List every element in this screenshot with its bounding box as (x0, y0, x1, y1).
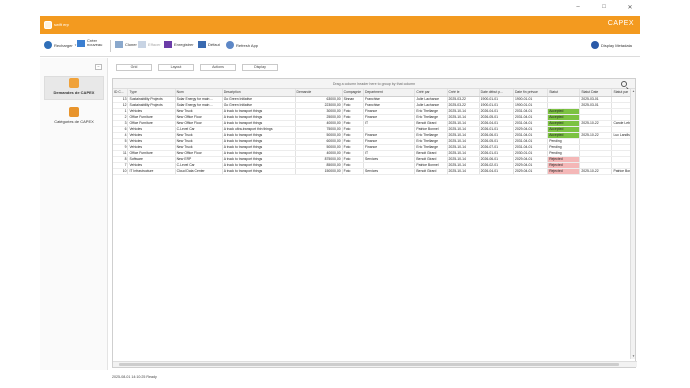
table-row[interactable]: 5 Vehicles New Truck A truck to transport t… (113, 138, 635, 145)
column-header[interactable]: Compagnie (342, 89, 365, 97)
sidebar-item-label: Demandes de CAPEX (53, 90, 95, 95)
column-header[interactable]: Date début p... (479, 89, 514, 97)
tab-actions[interactable]: Actions (200, 64, 236, 71)
clone-button[interactable]: Cloner (115, 41, 137, 48)
capex-request-icon (69, 78, 79, 88)
toolbar: Recharger ▾ Créer nouveau Cloner Effacer… (40, 35, 640, 57)
table-cell: Services (363, 168, 416, 175)
table-cell: 150000,00 (295, 168, 343, 175)
column-header[interactable]: Demande (295, 89, 343, 97)
table-cell: Foto (342, 168, 365, 175)
default-icon (198, 41, 206, 48)
column-header[interactable]: Description (222, 89, 296, 97)
default-label: Défaut (208, 42, 220, 47)
table-cell: IT Infrastructure (127, 168, 176, 175)
capex-table: ID C... Type Nom Description Demande Compagni… (113, 89, 635, 175)
scroll-down-icon[interactable]: ▼ (631, 354, 636, 359)
refresh-button[interactable]: Recharger ▾ (44, 41, 76, 49)
sidebar: − Demandes de CAPEX Catégories de CAPEX (40, 58, 108, 370)
chevron-down-icon[interactable]: ▾ (75, 43, 77, 47)
table-cell: Cloud Data Center (175, 168, 223, 175)
column-header[interactable]: Créé par (414, 89, 448, 97)
tab-grid[interactable]: Grid (116, 64, 152, 71)
sidebar-item-capex-requests[interactable]: Demandes de CAPEX (44, 76, 104, 100)
column-header[interactable]: Type (127, 89, 176, 97)
refresh-app-button[interactable]: Refresh App (226, 41, 258, 49)
module-title: CAPEX (607, 20, 634, 27)
view-tabs: Grid Layout Actions Display (116, 64, 278, 71)
display-metadata-button[interactable]: Display Metadata (591, 41, 632, 49)
create-label-line2: nouveau (87, 42, 103, 47)
brand-logo-icon (44, 21, 52, 29)
create-new-icon (77, 39, 85, 47)
metadata-label: Display Metadata (601, 42, 632, 48)
table-body: 13 Sustainability Projects Solar Energy fo… (113, 96, 635, 175)
sidebar-item-capex-categories[interactable]: Catégories de CAPEX (44, 106, 104, 130)
vertical-scrollbar[interactable]: ▲ ▼ (630, 89, 635, 359)
table-row[interactable]: 8 Software New ERP A truck to transport thi… (113, 156, 635, 163)
window-titlebar: – □ ✕ (40, 0, 640, 16)
brand-name: swift erp (54, 22, 69, 27)
info-icon (591, 41, 599, 49)
table-row[interactable]: 2 Office Furniture New Office Floor A truck… (113, 114, 635, 121)
table-cell: Benoit Girard (414, 168, 448, 175)
table-row[interactable]: 1 Vehicles New Truck A truck to transport t… (113, 108, 635, 115)
default-button[interactable]: Défaut (198, 41, 220, 48)
main-content: Grid Layout Actions Display Drag a colum… (110, 58, 640, 370)
table-cell: A truck to transport things (222, 168, 296, 175)
column-header[interactable]: Statut Date (579, 89, 613, 97)
capex-category-icon (69, 107, 79, 117)
column-header[interactable]: Department (363, 89, 416, 97)
app-header: swift erp CAPEX (40, 16, 640, 34)
column-header[interactable]: Date fin prévue (513, 89, 549, 97)
tab-layout[interactable]: Layout (158, 64, 194, 71)
refresh-icon (44, 41, 52, 49)
table-cell: 2025-10-14 (447, 168, 480, 175)
refresh-app-icon (226, 41, 234, 49)
status-bar: 2025-08-01 14:10:25 Ready (112, 375, 157, 379)
column-header[interactable]: Créé le (447, 89, 480, 97)
maximize-icon[interactable]: □ (600, 4, 608, 11)
refresh-app-label: Refresh App (236, 42, 259, 48)
save-button[interactable]: Enregistrer (164, 41, 194, 48)
create-new-button[interactable]: Créer nouveau (77, 39, 102, 47)
table-row[interactable]: 4 Vehicles New Truck A truck to transport t… (113, 132, 635, 139)
table-cell: Rejected (547, 168, 581, 175)
toolbar-divider (110, 40, 111, 52)
refresh-label: Recharger (54, 42, 73, 48)
delete-button[interactable]: Effacer (138, 41, 161, 48)
horizontal-scrollbar[interactable] (113, 361, 637, 367)
delete-icon (138, 41, 146, 48)
save-icon (164, 41, 172, 48)
table-cell: 10 (113, 168, 129, 175)
save-label: Enregistrer (174, 42, 194, 47)
collapse-sidebar-button[interactable]: − (95, 64, 102, 70)
clone-icon (115, 41, 123, 48)
scroll-up-icon[interactable]: ▲ (631, 89, 636, 94)
delete-label: Effacer (148, 42, 161, 47)
column-header[interactable]: ID C... (113, 89, 129, 97)
search-icon[interactable] (621, 81, 627, 87)
minimize-icon[interactable]: – (574, 4, 582, 11)
column-header[interactable]: Nom (175, 89, 223, 97)
close-icon[interactable]: ✕ (626, 4, 634, 11)
data-grid: Drag a column header here to group by th… (112, 78, 637, 368)
window-controls: – □ ✕ (574, 4, 634, 11)
column-header[interactable]: Statut (547, 89, 581, 97)
clone-label: Cloner (125, 42, 137, 47)
group-by-panel[interactable]: Drag a column header here to group by th… (113, 79, 635, 89)
sidebar-item-label: Catégories de CAPEX (54, 119, 94, 124)
table-header-row: ID C... Type Nom Description Demande Compagni… (113, 89, 635, 97)
table-row[interactable]: 10 IT Infrastructure Cloud Data Center A tr… (113, 168, 635, 175)
table-cell: 2029-04-01 (513, 168, 549, 175)
table-cell: 2026-04-01 (479, 168, 514, 175)
tab-display[interactable]: Display (242, 64, 278, 71)
table-cell: 2025-10-22 (579, 168, 613, 175)
table-row[interactable]: 9 Vehicles New Truck A truck to transport t… (113, 144, 635, 151)
horizontal-scroll-thumb[interactable] (119, 363, 619, 366)
